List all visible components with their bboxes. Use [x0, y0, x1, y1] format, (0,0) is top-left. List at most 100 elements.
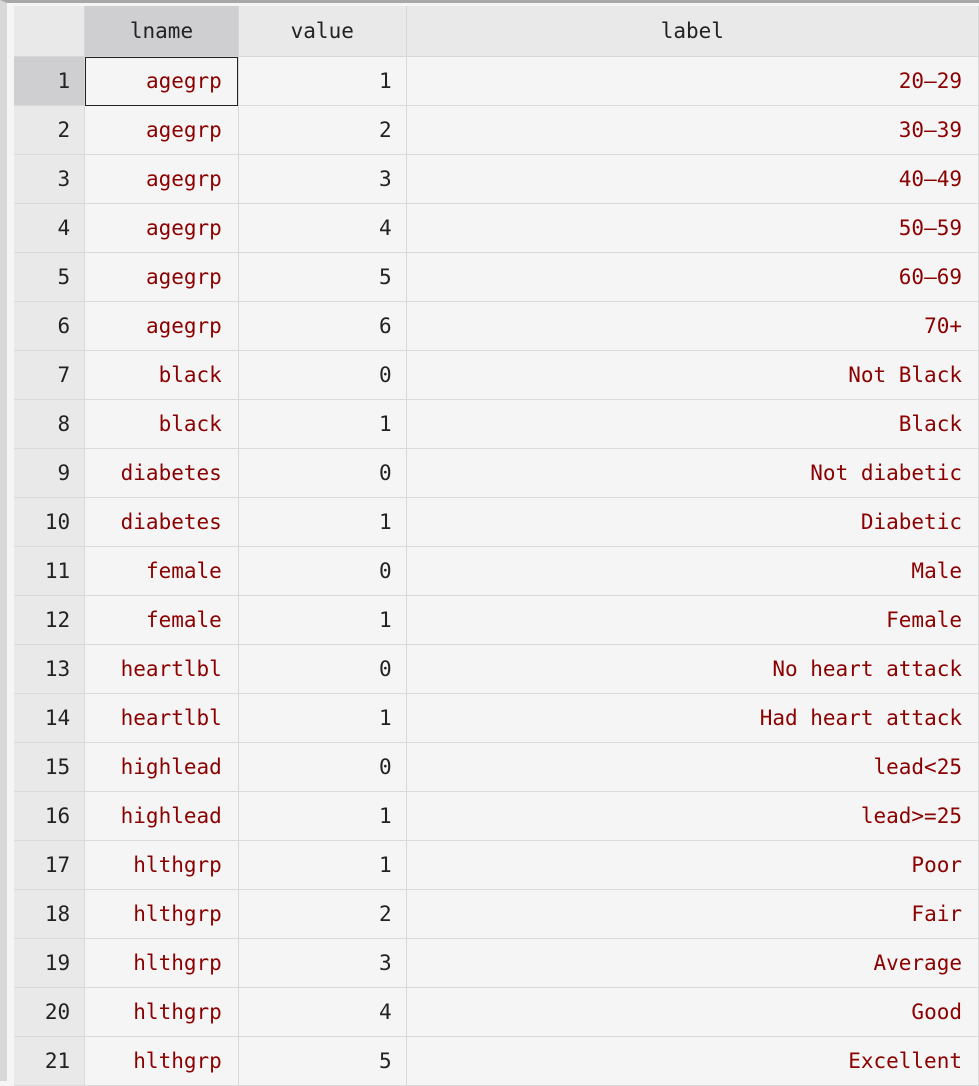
- cell-value[interactable]: 3: [238, 938, 407, 988]
- cell-label[interactable]: Not diabetic: [406, 448, 979, 498]
- row-number[interactable]: 17: [14, 840, 86, 890]
- table-row: 15 highlead 0 lead<25: [14, 742, 979, 792]
- cell-label[interactable]: Good: [406, 987, 979, 1037]
- row-number[interactable]: 2: [14, 105, 86, 155]
- column-header-value[interactable]: value: [238, 6, 407, 57]
- row-number[interactable]: 1: [14, 56, 86, 106]
- cell-label[interactable]: Male: [406, 546, 979, 596]
- cell-lname[interactable]: black: [84, 399, 239, 449]
- cell-lname[interactable]: agegrp: [84, 105, 239, 155]
- row-number[interactable]: 13: [14, 644, 86, 694]
- row-number[interactable]: 21: [14, 1036, 86, 1086]
- table-row: 14 heartlbl 1 Had heart attack: [14, 693, 979, 743]
- cell-value[interactable]: 1: [238, 399, 407, 449]
- cell-value[interactable]: 0: [238, 448, 407, 498]
- cell-label[interactable]: lead>=25: [406, 791, 979, 841]
- cell-lname[interactable]: agegrp: [84, 203, 239, 253]
- cell-value[interactable]: 0: [238, 546, 407, 596]
- cell-value[interactable]: 1: [238, 497, 407, 547]
- cell-lname[interactable]: agegrp: [84, 252, 239, 302]
- row-number[interactable]: 8: [14, 399, 86, 449]
- cell-value[interactable]: 0: [238, 742, 407, 792]
- cell-value[interactable]: 3: [238, 154, 407, 204]
- cell-lname[interactable]: highlead: [84, 791, 239, 841]
- cell-lname[interactable]: hlthgrp: [84, 938, 239, 988]
- cell-label[interactable]: 50–59: [406, 203, 979, 253]
- row-number[interactable]: 16: [14, 791, 86, 841]
- row-number[interactable]: 14: [14, 693, 86, 743]
- cell-label[interactable]: 60–69: [406, 252, 979, 302]
- row-number[interactable]: 18: [14, 889, 86, 939]
- table-row: 9 diabetes 0 Not diabetic: [14, 448, 979, 498]
- table-row: 12 female 1 Female: [14, 595, 979, 645]
- table-row: 3 agegrp 3 40–49: [14, 154, 979, 204]
- cell-lname[interactable]: hlthgrp: [84, 840, 239, 890]
- cell-label[interactable]: Fair: [406, 889, 979, 939]
- table-row: 5 agegrp 5 60–69: [14, 252, 979, 302]
- cell-lname[interactable]: agegrp: [84, 56, 239, 106]
- cell-label[interactable]: Black: [406, 399, 979, 449]
- cell-lname[interactable]: female: [84, 595, 239, 645]
- row-number[interactable]: 11: [14, 546, 86, 596]
- cell-label[interactable]: Female: [406, 595, 979, 645]
- cell-label[interactable]: Had heart attack: [406, 693, 979, 743]
- row-number[interactable]: 20: [14, 987, 86, 1037]
- cell-value[interactable]: 2: [238, 889, 407, 939]
- cell-lname[interactable]: highlead: [84, 742, 239, 792]
- table-row: 1 agegrp 1 20–29: [14, 56, 979, 106]
- cell-lname[interactable]: female: [84, 546, 239, 596]
- cell-label[interactable]: Poor: [406, 840, 979, 890]
- cell-lname[interactable]: diabetes: [84, 497, 239, 547]
- cell-lname[interactable]: agegrp: [84, 301, 239, 351]
- cell-value[interactable]: 1: [238, 791, 407, 841]
- cell-label[interactable]: 70+: [406, 301, 979, 351]
- row-number[interactable]: 7: [14, 350, 86, 400]
- cell-label[interactable]: Diabetic: [406, 497, 979, 547]
- cell-lname[interactable]: black: [84, 350, 239, 400]
- cell-value[interactable]: 4: [238, 203, 407, 253]
- cell-label[interactable]: Excellent: [406, 1036, 979, 1086]
- cell-label[interactable]: No heart attack: [406, 644, 979, 694]
- data-editor-grid: lname value label 1 agegrp 1 20–29 2 agegrp 2 3…: [0, 0, 979, 1086]
- cell-value[interactable]: 4: [238, 987, 407, 1037]
- row-number[interactable]: 3: [14, 154, 86, 204]
- cell-label[interactable]: Average: [406, 938, 979, 988]
- cell-lname[interactable]: heartlbl: [84, 693, 239, 743]
- table-row: 18 hlthgrp 2 Fair: [14, 889, 979, 939]
- row-number[interactable]: 19: [14, 938, 86, 988]
- cell-lname[interactable]: diabetes: [84, 448, 239, 498]
- cell-value[interactable]: 1: [238, 56, 407, 106]
- table-row: 20 hlthgrp 4 Good: [14, 987, 979, 1037]
- cell-value[interactable]: 2: [238, 105, 407, 155]
- row-number[interactable]: 15: [14, 742, 86, 792]
- cell-value[interactable]: 5: [238, 252, 407, 302]
- cell-label[interactable]: 30–39: [406, 105, 979, 155]
- row-number[interactable]: 12: [14, 595, 86, 645]
- row-number[interactable]: 9: [14, 448, 86, 498]
- corner-header[interactable]: [14, 6, 86, 57]
- cell-label[interactable]: 40–49: [406, 154, 979, 204]
- cell-value[interactable]: 6: [238, 301, 407, 351]
- cell-value[interactable]: 1: [238, 693, 407, 743]
- cell-label[interactable]: Not Black: [406, 350, 979, 400]
- cell-value[interactable]: 5: [238, 1036, 407, 1086]
- cell-value[interactable]: 0: [238, 644, 407, 694]
- table-row: 13 heartlbl 0 No heart attack: [14, 644, 979, 694]
- column-header-label[interactable]: label: [406, 6, 979, 57]
- cell-value[interactable]: 0: [238, 350, 407, 400]
- cell-lname[interactable]: heartlbl: [84, 644, 239, 694]
- cell-value[interactable]: 1: [238, 595, 407, 645]
- row-number[interactable]: 5: [14, 252, 86, 302]
- cell-label[interactable]: lead<25: [406, 742, 979, 792]
- cell-lname[interactable]: hlthgrp: [84, 1036, 239, 1086]
- cell-lname[interactable]: hlthgrp: [84, 987, 239, 1037]
- cell-value[interactable]: 1: [238, 840, 407, 890]
- column-header-lname[interactable]: lname: [84, 6, 239, 57]
- table-row: 17 hlthgrp 1 Poor: [14, 840, 979, 890]
- row-number[interactable]: 4: [14, 203, 86, 253]
- row-number[interactable]: 10: [14, 497, 86, 547]
- cell-lname[interactable]: agegrp: [84, 154, 239, 204]
- cell-label[interactable]: 20–29: [406, 56, 979, 106]
- cell-lname[interactable]: hlthgrp: [84, 889, 239, 939]
- row-number[interactable]: 6: [14, 301, 86, 351]
